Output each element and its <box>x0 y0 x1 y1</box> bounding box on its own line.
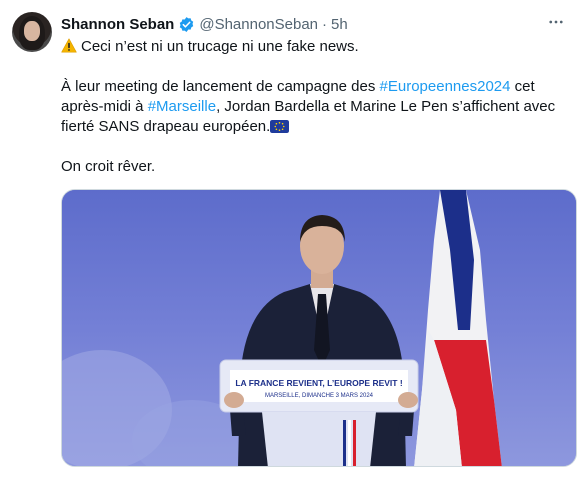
eu-flag-emoji <box>270 120 290 133</box>
more-options-icon[interactable] <box>546 12 566 32</box>
author-handle[interactable]: @ShannonSeban <box>199 16 318 33</box>
author-name[interactable]: Shannon Seban <box>61 16 174 33</box>
tweet-line-1-text: Ceci n’est ni un trucage ni une fake new… <box>81 38 359 55</box>
tweet-timestamp[interactable]: 5h <box>331 16 348 33</box>
p2-start: À leur meeting de lancement de campagne … <box>61 78 380 95</box>
tweet-header: Shannon Seban @ShannonSeban · 5h <box>61 13 558 35</box>
avatar-face <box>24 21 40 41</box>
hashtag-europeennes2024[interactable]: #Europeennes2024 <box>380 78 511 95</box>
tweet-paragraph-2: À leur meeting de lancement de campagne … <box>61 77 571 137</box>
author-avatar[interactable] <box>12 12 52 52</box>
hashtag-marseille[interactable]: #Marseille <box>148 98 216 115</box>
tweet-media-image[interactable]: LA FRANCE REVIENT, L’EUROPE REVIT ! MARS… <box>61 189 577 467</box>
podium-date: MARSEILLE, DIMANCHE 3 MARS 2024 <box>265 393 374 399</box>
tweet-line-3: On croit rêver. <box>61 158 156 175</box>
ellipsis-icon <box>549 20 563 24</box>
separator-dot: · <box>322 15 328 33</box>
meeting-photo: LA FRANCE REVIENT, L’EUROPE REVIT ! MARS… <box>62 190 576 466</box>
tweet-line-1: Ceci n’est ni un trucage ni une fake new… <box>61 37 571 57</box>
warning-emoji <box>61 38 77 53</box>
tweet-text: Ceci n’est ni un trucage ni une fake new… <box>61 37 571 177</box>
verified-badge-icon <box>180 16 194 32</box>
podium-slogan: LA FRANCE REVIENT, L’EUROPE REVIT ! <box>235 378 403 388</box>
